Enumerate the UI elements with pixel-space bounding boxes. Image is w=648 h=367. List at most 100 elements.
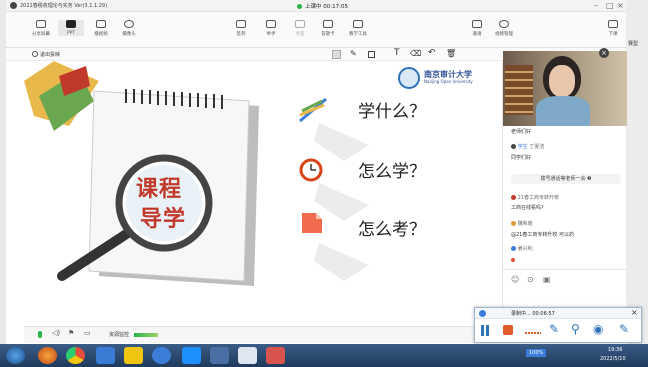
document-icon <box>302 213 322 233</box>
ppt-app-icon[interactable] <box>266 347 285 364</box>
checkin-button[interactable]: 签到 <box>228 20 254 37</box>
screen-share-icon <box>36 20 46 28</box>
recorder-status: 录制中... 00:06:57 <box>511 311 555 317</box>
class-status: 上课中 00:17:05 <box>305 4 348 10</box>
mic-icon[interactable] <box>38 331 42 338</box>
video-manage-button[interactable]: 视频管理 <box>491 20 517 37</box>
app-f-icon[interactable] <box>152 347 171 364</box>
slide-item-what: 学什么？ <box>358 102 426 122</box>
checkin-icon <box>236 20 246 28</box>
maximize-button[interactable]: □ <box>606 0 614 12</box>
screen-share-button[interactable]: 分享屏幕 <box>28 20 54 37</box>
ppt-button[interactable]: PPT <box>58 20 84 36</box>
firefox-icon[interactable] <box>38 347 57 364</box>
windows-taskbar: 100% 19:36 2022/5/10 <box>0 344 648 367</box>
slide-graphic <box>24 61 369 286</box>
alarm-clock-icon <box>299 158 323 182</box>
raise-hand-icon <box>266 20 276 28</box>
camera-button[interactable]: 摄像头 <box>116 20 142 37</box>
live-dot-icon <box>297 3 302 9</box>
bookshelf <box>505 65 533 115</box>
shape-tool-icon[interactable] <box>368 51 375 58</box>
camera-icon <box>124 20 134 28</box>
minimize-button[interactable]: – <box>594 0 598 12</box>
chat-avatar-icon <box>511 144 516 149</box>
status-bar: ◁) ⚑ ▭ 资源监控 <box>24 326 502 343</box>
recorder-close-button[interactable]: × <box>631 308 638 317</box>
video-button[interactable]: 播视频 <box>88 20 114 37</box>
rollcall-icon <box>295 20 305 28</box>
call-notice-button[interactable]: 拨号通话等老师一会 ❸ <box>511 174 621 184</box>
close-button[interactable]: × <box>617 0 624 12</box>
side-panel: × 老师们好 学生 丁雯洁 同学们好 拨号通话等老师一会 ❸ 21春工商专转升校… <box>502 48 627 326</box>
chrome-icon[interactable] <box>66 347 85 364</box>
clock-date: 2022/5/10 <box>600 356 626 362</box>
exit-icon <box>32 51 38 57</box>
slide-title-line2: 导学 <box>140 207 187 232</box>
main-toolbar: 分享屏幕 PPT 播视频 摄像头 签到 举手 点名 答题卡 教学工具 邀请 视频… <box>6 12 626 48</box>
audio-level-meter <box>525 332 541 334</box>
app-chat-icon[interactable] <box>210 347 229 364</box>
undo-icon[interactable]: ↶ <box>428 48 436 58</box>
mic-settings-icon[interactable]: ✎ <box>549 322 559 336</box>
chat-sender: 学生 丁雯洁 <box>511 143 544 150</box>
start-button-icon[interactable] <box>6 347 25 364</box>
chat-toggle-icon[interactable]: ▭ <box>84 329 91 337</box>
slide-item-how: 怎么学？ <box>358 162 426 182</box>
image-icon[interactable]: ▣ <box>543 275 551 284</box>
stop-icon[interactable] <box>503 325 513 335</box>
flag-icon[interactable]: ⚑ <box>68 329 74 337</box>
end-class-icon <box>608 20 618 28</box>
chat-avatar-icon <box>511 221 516 226</box>
recorder-widget: 录制中... 00:06:57 × ✎ ⚲ ◉ ✎ <box>474 307 642 343</box>
text-tool-icon[interactable]: T <box>394 48 400 58</box>
classroom-window: 2021春税收理论与实务 Ver(3.1.1.29) 上课中 00:17:05 … <box>6 0 627 344</box>
end-class-button[interactable]: 下课 <box>600 20 626 37</box>
delete-icon[interactable]: 🗑 <box>446 49 456 58</box>
pen-icon[interactable]: ✎ <box>619 322 629 336</box>
video-icon <box>96 20 106 28</box>
invite-icon <box>472 20 482 28</box>
emoji-icon[interactable]: ☺ <box>511 275 519 284</box>
app-icon <box>10 2 17 9</box>
app-blue-icon[interactable] <box>96 347 115 364</box>
network-meter <box>134 333 158 337</box>
teacher-video: × <box>503 48 627 126</box>
teacher-face <box>549 65 575 97</box>
item-shadow-3 <box>314 243 369 281</box>
pause-icon-bar[interactable] <box>486 325 489 336</box>
eraser-tool-icon[interactable]: ⌫ <box>410 49 421 58</box>
app-cloud-icon[interactable] <box>182 347 201 364</box>
pointer-tool-icon[interactable] <box>332 50 341 59</box>
brush-icon[interactable]: ⚲ <box>571 322 580 336</box>
folder-icon[interactable] <box>124 347 143 364</box>
bg-label: 赛型 <box>628 41 639 47</box>
answer-card-icon <box>323 20 333 28</box>
title-bar: 2021春税收理论与实务 Ver(3.1.1.29) 上课中 00:17:05 … <box>6 0 626 12</box>
speaker-icon[interactable]: ◁) <box>52 329 60 337</box>
tools-button[interactable]: 教学工具 <box>345 20 371 37</box>
answer-card-button[interactable]: 答题卡 <box>315 20 341 37</box>
recorder-logo-icon <box>479 310 486 317</box>
exit-projection-button[interactable]: 退出投映 <box>40 51 60 58</box>
network-status: 资源监控 <box>109 332 130 338</box>
chat-avatar-icon <box>511 246 516 251</box>
video-manage-icon <box>499 20 509 28</box>
invite-button[interactable]: 邀请 <box>464 20 490 37</box>
camera-toggle-icon[interactable]: ◉ <box>593 322 603 336</box>
classroom-app-icon[interactable] <box>238 347 257 364</box>
pen-tool-icon[interactable]: ✎ <box>350 49 357 58</box>
tools-icon <box>353 20 363 28</box>
chat-sender: 21春工商专转升校 <box>511 194 559 201</box>
gift-icon[interactable]: ⊙ <box>527 275 534 284</box>
item-shadow-1 <box>314 123 369 161</box>
ppt-icon <box>66 20 76 28</box>
pause-icon[interactable] <box>481 325 484 336</box>
window-title: 2021春税收理论与实务 Ver(3.1.1.29) <box>20 3 108 9</box>
teacher-shirt <box>536 96 590 126</box>
chat-avatar-icon <box>511 195 516 200</box>
raise-hand-button[interactable]: 举手 <box>258 20 284 37</box>
rollcall-button[interactable]: 点名 <box>287 20 313 37</box>
clock-time: 19:36 <box>608 347 623 353</box>
video-close-icon[interactable]: × <box>599 48 609 58</box>
